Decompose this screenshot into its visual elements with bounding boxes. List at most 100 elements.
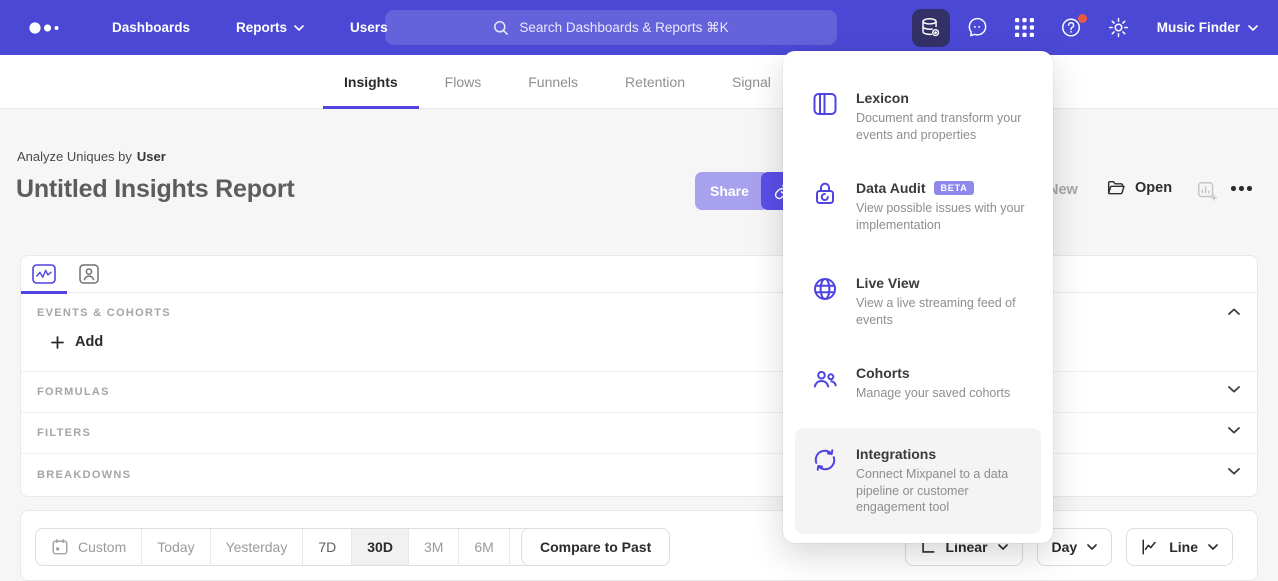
range-6m[interactable]: 6M [458,529,508,565]
project-selector[interactable]: Music Finder [1157,20,1258,35]
add-event-button[interactable]: Add [51,334,103,350]
top-navbar: Dashboards Reports Users Search Dashboar… [0,0,1278,55]
popup-item-lexicon[interactable]: Lexicon Document and transform your even… [795,80,1041,153]
apps-grid-icon [1015,18,1034,37]
section-label: BREAKDOWNS [37,469,131,481]
navbar-right-group: Music Finder [912,0,1278,55]
chevron-down-icon [998,544,1008,550]
popup-item-desc: View a live streaming feed of events [856,295,1025,328]
folder-icon [1106,178,1126,198]
data-management-popup: Lexicon Document and transform your even… [783,51,1053,543]
plus-icon [51,336,64,349]
live-view-globe-icon [811,275,839,328]
settings-gear-icon [1107,16,1130,39]
line-chart-tab-icon [32,264,56,284]
expand-section-button[interactable] [1228,427,1240,434]
lexicon-book-icon [811,90,839,143]
tab-signal[interactable]: Signal [711,55,792,109]
range-today[interactable]: Today [141,529,209,565]
chart-type-label: Line [1169,539,1198,555]
settings-button[interactable] [1100,9,1138,47]
popup-item-title: Lexicon [856,90,909,106]
line-chart-icon [1141,538,1159,556]
tab-retention[interactable]: Retention [604,55,706,109]
popup-item-desc: Connect Mixpanel to a data pipeline or c… [856,466,1025,516]
popup-item-integrations[interactable]: Integrations Connect Mixpanel to a data … [795,428,1041,534]
chevron-down-icon [1087,544,1097,550]
tab-funnels[interactable]: Funnels [507,55,599,109]
messages-icon [966,16,989,39]
range-7d[interactable]: 7D [302,529,351,565]
popup-item-live-view[interactable]: Live View View a live streaming feed of … [795,265,1041,338]
chart-toolbar: Custom Today Yesterday 7D 30D 3M 6M 12M … [20,510,1258,581]
messages-button[interactable] [959,9,997,47]
range-custom[interactable]: Custom [36,529,141,565]
chart-add-icon [1196,180,1218,202]
chevron-down-icon [1228,468,1240,475]
primary-nav: Dashboards Reports Users [112,20,388,35]
popup-item-data-audit[interactable]: Data Audit BETA View possible issues wit… [795,170,1041,243]
nav-reports[interactable]: Reports [236,20,304,35]
tab-flows[interactable]: Flows [424,55,503,109]
integrations-sync-icon [811,446,839,516]
nav-dashboards-label: Dashboards [112,20,190,35]
tab-user-profiles[interactable] [79,264,99,284]
data-management-icon [919,16,942,39]
range-label: Custom [78,539,126,555]
project-name-label: Music Finder [1157,20,1240,35]
section-breakdowns[interactable]: BREAKDOWNS [21,454,1257,495]
nav-users[interactable]: Users [350,20,388,35]
tab-events-metrics[interactable] [32,264,56,284]
interval-label: Day [1052,539,1078,555]
global-search-input[interactable]: Search Dashboards & Reports ⌘K [385,10,837,45]
chevron-down-icon [1228,427,1240,434]
help-button[interactable] [1053,9,1091,47]
search-icon [493,20,509,36]
breadcrumb-prefix: Analyze Uniques by [17,149,132,164]
add-to-dashboard-button[interactable] [1196,180,1218,207]
user-profile-tab-icon [79,264,99,284]
open-label: Open [1135,180,1172,196]
nav-reports-label: Reports [236,20,287,35]
section-events-cohorts: EVENTS & COHORTS Add [21,293,1257,372]
date-range-segmented-control: Custom Today Yesterday 7D 30D 3M 6M 12M [35,528,568,566]
tab-insights[interactable]: Insights [323,55,419,109]
more-options-button[interactable] [1231,186,1252,191]
report-tabbar: Insights Flows Funnels Retention Signal … [0,55,1278,109]
expand-section-button[interactable] [1228,386,1240,393]
collapse-section-button[interactable] [1228,308,1240,315]
share-button[interactable]: Share [695,172,764,210]
range-30d[interactable]: 30D [351,529,408,565]
range-yesterday[interactable]: Yesterday [210,529,303,565]
chevron-up-icon [1228,308,1240,315]
expand-section-button[interactable] [1228,468,1240,475]
chevron-down-icon [1248,25,1258,31]
beta-badge: BETA [934,181,973,195]
section-label: FORMULAS [37,386,110,398]
nav-dashboards[interactable]: Dashboards [112,20,190,35]
breadcrumb-value[interactable]: User [137,149,166,164]
popup-item-desc: Document and transform your events and p… [856,110,1025,143]
chart-type-select[interactable]: Line [1126,528,1233,566]
popup-item-title: Integrations [856,446,936,462]
chevron-down-icon [1208,544,1218,550]
query-builder-panel: EVENTS & COHORTS Add FORMULAS FILTERS BR… [20,255,1258,497]
data-management-button[interactable] [912,9,950,47]
breadcrumb: Analyze Uniques by User [17,149,166,164]
search-placeholder: Search Dashboards & Reports ⌘K [519,20,728,36]
popup-item-cohorts[interactable]: Cohorts Manage your saved cohorts [795,355,1041,412]
cohorts-users-icon [811,365,839,402]
range-3m[interactable]: 3M [408,529,458,565]
section-filters[interactable]: FILTERS [21,413,1257,454]
section-formulas[interactable]: FORMULAS [21,372,1257,413]
nav-users-label: Users [350,20,388,35]
section-label: FILTERS [37,427,91,439]
apps-grid-button[interactable] [1006,9,1044,47]
calendar-icon [51,538,69,556]
compare-to-past-button[interactable]: Compare to Past [521,528,670,566]
mixpanel-logo-icon[interactable] [28,21,64,35]
report-title[interactable]: Untitled Insights Report [16,175,295,204]
section-label: EVENTS & COHORTS [37,307,171,319]
open-report-button[interactable]: Open [1106,178,1172,198]
popup-item-title: Live View [856,275,920,291]
